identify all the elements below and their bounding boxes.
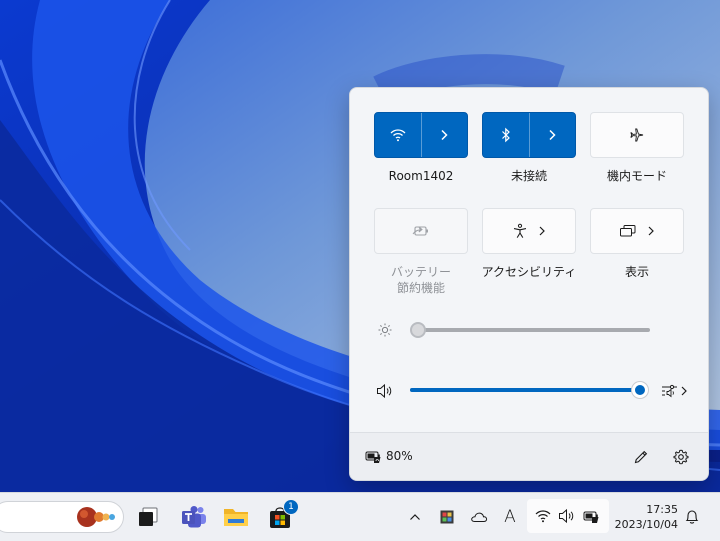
task-view-icon [139, 507, 158, 526]
battery-status-button[interactable]: 80% [364, 447, 424, 467]
volume-slider-fill [410, 388, 640, 392]
accessibility-label: アクセシビリティ [481, 265, 577, 279]
speaker-icon [559, 508, 574, 524]
bluetooth-icon [501, 127, 510, 143]
audio-output-icon [662, 384, 687, 398]
display-label: 表示 [624, 265, 649, 279]
cloud-icon [471, 512, 488, 522]
task-view-button[interactable] [134, 503, 162, 531]
airplane-mode-label: 機内モード [606, 169, 667, 183]
wifi-icon [535, 510, 551, 523]
folder-icon [224, 509, 248, 526]
clock-date: 2023/10/04 [614, 518, 678, 531]
wifi-tile-label: Room1402 [388, 169, 454, 183]
battery-saver-label-line1: バッテリー [390, 265, 451, 279]
airplane-icon [630, 128, 644, 142]
wifi-icon [390, 129, 406, 142]
wifi-toggle[interactable] [375, 113, 421, 157]
bluetooth-tile[interactable] [482, 112, 576, 158]
chevron-right-icon [441, 129, 448, 141]
bluetooth-expand-button[interactable] [529, 113, 575, 157]
quick-settings-footer: 80% [350, 432, 708, 480]
battery-charging-icon [583, 511, 599, 523]
bell-icon [685, 510, 699, 524]
teams-button[interactable] [180, 503, 208, 531]
accessibility-tile[interactable] [482, 208, 576, 254]
clock-button[interactable]: 17:35 2023/10/04 [615, 502, 678, 532]
audio-output-button[interactable] [660, 382, 690, 400]
ime-indicator-button[interactable]: A [500, 505, 520, 529]
chevron-up-icon [410, 514, 420, 520]
file-explorer-button[interactable] [222, 503, 250, 531]
edit-quick-settings-button[interactable] [631, 447, 651, 467]
chevron-right-icon [549, 129, 556, 141]
bluetooth-tile-label: 未接続 [510, 169, 547, 183]
store-notification-badge: 1 [283, 499, 299, 515]
network-volume-battery-button[interactable] [527, 499, 609, 533]
bluetooth-toggle[interactable] [483, 113, 529, 157]
chevron-right-icon [648, 226, 654, 236]
wifi-tile[interactable] [374, 112, 468, 158]
speaker-icon[interactable] [376, 383, 394, 399]
clock-time: 17:35 [646, 503, 678, 516]
monitor-app-icon [440, 510, 454, 524]
cast-display-icon [620, 225, 636, 237]
display-tile[interactable] [590, 208, 684, 254]
brightness-slider-thumb[interactable] [410, 322, 426, 338]
pencil-icon [634, 450, 648, 464]
brightness-slider[interactable] [418, 328, 650, 332]
teams-icon [182, 506, 206, 528]
quick-settings-body: Room1402 未接続 機内モード バッテリー 節約機能 アクセシビリティ 表… [350, 88, 708, 432]
search-highlight-icon [77, 507, 115, 527]
battery-saver-label: バッテリー 節約機能 [366, 264, 476, 296]
quick-settings-panel: Room1402 未接続 機内モード バッテリー 節約機能 アクセシビリティ 表… [349, 87, 709, 481]
battery-percentage: 80% [386, 449, 413, 463]
gear-icon [673, 449, 689, 465]
taskbar: 1 A 17:35 2023/10/04 [0, 492, 720, 541]
battery-saver-icon [412, 226, 428, 236]
wifi-expand-button[interactable] [421, 113, 467, 157]
notifications-button[interactable] [682, 506, 702, 528]
tray-app-button[interactable] [437, 507, 457, 527]
battery-charging-icon [365, 451, 381, 463]
brightness-icon [378, 323, 392, 337]
accessibility-icon [513, 223, 527, 238]
battery-saver-label-line2: 節約機能 [396, 281, 445, 295]
show-hidden-icons-button[interactable] [405, 507, 425, 527]
onedrive-button[interactable] [469, 507, 489, 527]
volume-slider-thumb[interactable] [632, 382, 648, 398]
chevron-right-icon [539, 226, 545, 236]
airplane-mode-tile[interactable] [590, 112, 684, 158]
settings-button[interactable] [671, 447, 691, 467]
taskbar-search-box[interactable] [0, 501, 124, 533]
battery-saver-tile[interactable] [374, 208, 468, 254]
